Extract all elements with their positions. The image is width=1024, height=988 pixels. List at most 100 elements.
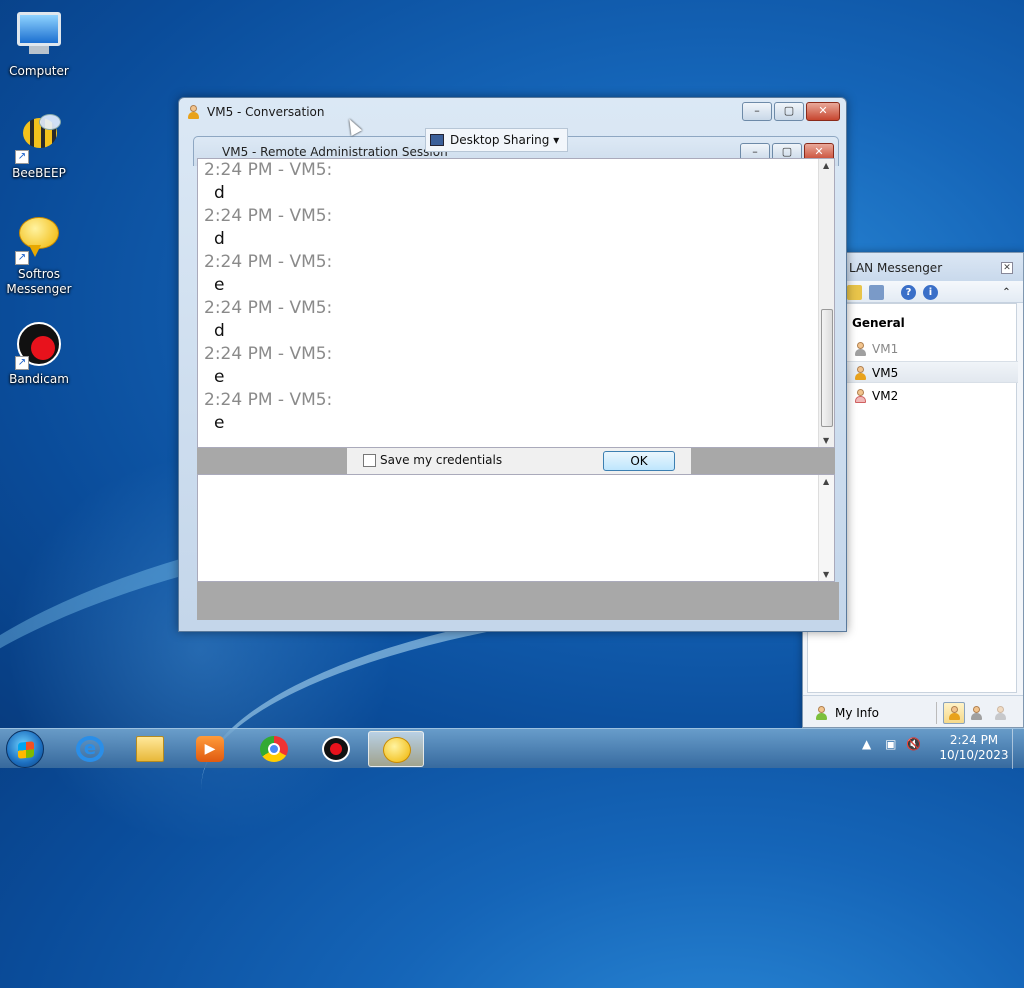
message-header: 2:24 PM - VM5: <box>204 344 333 364</box>
group-header[interactable]: General <box>852 316 905 330</box>
chat-history[interactable]: 2:24 PM - VM5: d 2:24 PM - VM5: d 2:24 PM … <box>197 158 835 448</box>
my-status-icon <box>815 706 827 720</box>
status-offline-icon <box>994 706 1006 720</box>
message: 2:24 PM - VM5: e <box>204 251 828 297</box>
chrome-icon <box>260 736 288 762</box>
minimize-button[interactable]: – <box>742 102 772 121</box>
message: 2:24 PM - VM5: e <box>204 389 828 435</box>
save-credentials-checkbox[interactable] <box>363 454 376 467</box>
conversation-footer <box>197 582 839 620</box>
show-desktop-button[interactable] <box>1012 729 1024 769</box>
taskbar: e ▶ ▲ ▣ 🔇 2:24 PM 10/10/2023 <box>0 728 1024 769</box>
user-available-icon <box>854 366 866 380</box>
desktop-icon-label: Computer <box>9 64 69 78</box>
computer-icon <box>15 12 63 60</box>
bandicam-icon: ↗ <box>15 320 63 370</box>
message-header: 2:24 PM - VM5: <box>204 206 333 226</box>
volume-muted-icon[interactable]: 🔇 <box>906 737 921 751</box>
windows-logo-icon <box>18 741 34 759</box>
show-hidden-icons-icon[interactable]: ▲ <box>862 737 871 751</box>
credentials-panel: Save my credentials OK <box>347 448 691 474</box>
conversation-titlebar[interactable]: VM5 - Conversation – ▢ ✕ <box>179 98 846 126</box>
folder-icon[interactable] <box>847 285 862 300</box>
shortcut-arrow-icon: ↗ <box>15 150 29 164</box>
desktop-sharing-icon <box>430 134 444 146</box>
user-icon <box>187 105 201 119</box>
my-info-label: My Info <box>835 706 879 720</box>
ok-button[interactable]: OK <box>603 451 675 471</box>
message-text: e <box>214 367 225 387</box>
message-header: 2:24 PM - VM5: <box>204 298 333 318</box>
desktop-icon-label: Softros Messenger <box>6 267 72 296</box>
credentials-bar: Save my credentials OK <box>197 448 835 474</box>
chat-scrollbar[interactable]: ▲ ▼ <box>818 159 834 447</box>
taskbar-bandicam[interactable] <box>308 731 364 767</box>
desktop-icon-label: BeeBEEP <box>12 166 66 180</box>
history-icon[interactable] <box>869 285 884 300</box>
window-title: VM5 - Conversation <box>207 105 325 119</box>
system-tray: ▲ ▣ 🔇 <box>862 737 921 751</box>
softros-messenger-icon <box>383 737 411 763</box>
clock[interactable]: 2:24 PM 10/10/2023 <box>938 733 1010 763</box>
desktop-icon-bandicam[interactable]: ↗ Bandicam <box>1 320 77 387</box>
message: 2:24 PM - VM5: d <box>204 205 828 251</box>
status-away-button[interactable] <box>965 702 987 724</box>
desktop-icon-label: Bandicam <box>9 372 69 386</box>
save-credentials-label[interactable]: Save my credentials <box>380 453 502 467</box>
taskbar-internet-explorer[interactable]: e <box>62 731 118 767</box>
taskbar-file-explorer[interactable] <box>122 731 178 767</box>
scroll-down-icon[interactable]: ▼ <box>823 570 829 579</box>
lan-footer: My Info <box>803 695 1023 727</box>
message-header: 2:24 PM - VM5: <box>204 252 333 272</box>
conversation-window: VM5 - Conversation – ▢ ✕ VM5 - Remote Ad… <box>178 97 847 632</box>
status-available-button[interactable] <box>943 702 965 724</box>
close-button[interactable]: ✕ <box>806 102 840 121</box>
scroll-down-icon[interactable]: ▼ <box>823 436 829 445</box>
shortcut-arrow-icon: ↗ <box>15 251 29 265</box>
network-icon[interactable]: ▣ <box>885 737 896 751</box>
taskbar-softros-messenger[interactable] <box>368 731 424 767</box>
file-explorer-icon <box>136 736 164 762</box>
scroll-thumb[interactable] <box>821 309 833 427</box>
my-info-button[interactable]: My Info <box>813 702 937 724</box>
bandicam-icon <box>322 736 350 762</box>
desktop-icon-computer[interactable]: Computer <box>1 10 77 79</box>
desktop-sharing-label: Desktop Sharing <box>450 133 550 147</box>
clock-date: 10/10/2023 <box>939 748 1009 762</box>
message: 2:24 PM - VM5: e <box>204 343 828 389</box>
message-text: d <box>214 183 225 203</box>
input-scrollbar[interactable]: ▲ ▼ <box>818 475 834 581</box>
user-name: VM5 <box>872 366 899 380</box>
message-list: 2:24 PM - VM5: d 2:24 PM - VM5: d 2:24 PM … <box>198 159 834 435</box>
status-available-icon <box>948 706 960 720</box>
message-text: d <box>214 229 225 249</box>
scroll-up-icon[interactable]: ▲ <box>823 477 829 486</box>
message-header: 2:24 PM - VM5: <box>204 390 333 410</box>
desktop-sharing-button[interactable]: Desktop Sharing ▾ <box>425 128 569 152</box>
chevron-up-icon[interactable]: ⌃ <box>999 285 1014 300</box>
message: 2:24 PM - VM5: d <box>204 159 828 205</box>
softros-icon: ↗ <box>15 215 63 265</box>
desktop-icon-softros[interactable]: ↗ Softros Messenger <box>1 215 77 297</box>
message-text: e <box>214 275 225 295</box>
info-icon[interactable]: i <box>923 285 938 300</box>
status-offline-button[interactable] <box>989 702 1011 724</box>
message-input[interactable]: ▲ ▼ <box>197 474 835 582</box>
message-text: e <box>214 413 225 433</box>
help-icon[interactable]: ? <box>901 285 916 300</box>
clock-time: 2:24 PM <box>949 733 999 747</box>
desktop-icon-beebeep[interactable]: ↗ BeeBEEP <box>1 114 77 181</box>
lan-close-button[interactable]: ✕ <box>1001 262 1013 274</box>
bee-icon: ↗ <box>15 114 63 164</box>
remote-admin-title: VM5 - Remote Administration Session <box>222 145 448 159</box>
user-busy-icon <box>854 389 866 403</box>
user-offline-icon <box>854 342 866 356</box>
user-name: VM2 <box>872 389 899 403</box>
scroll-up-icon[interactable]: ▲ <box>823 161 829 170</box>
taskbar-media-player[interactable]: ▶ <box>182 731 238 767</box>
start-button[interactable] <box>6 730 44 768</box>
message-header: 2:24 PM - VM5: <box>204 160 333 180</box>
taskbar-chrome[interactable] <box>246 731 302 767</box>
maximize-button[interactable]: ▢ <box>774 102 804 121</box>
shortcut-arrow-icon: ↗ <box>15 356 29 370</box>
